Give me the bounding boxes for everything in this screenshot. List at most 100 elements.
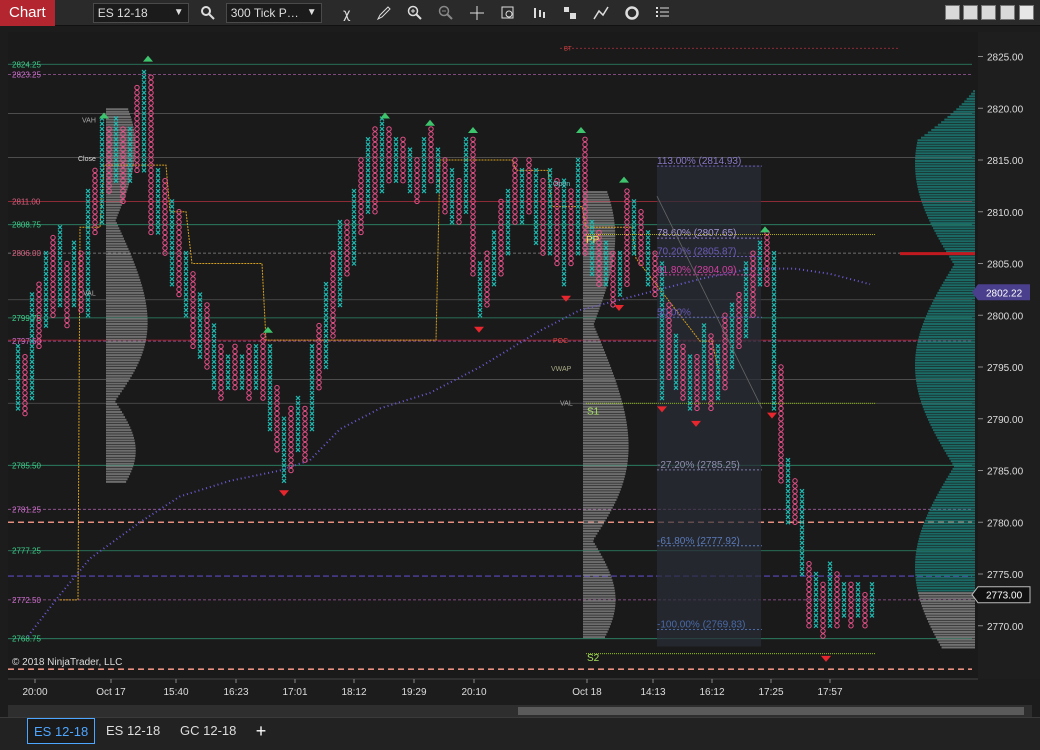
- profile-bar: [953, 110, 975, 113]
- profile-bar: [937, 123, 975, 126]
- profile-bar: [583, 465, 627, 468]
- properties-icon[interactable]: [651, 2, 675, 24]
- profile-bar: [929, 509, 975, 512]
- profile-bar: [106, 307, 147, 310]
- profile-bar: [940, 488, 975, 491]
- profile-bar: [916, 550, 975, 553]
- window-link-button[interactable]: [963, 5, 978, 20]
- profile-bar: [106, 227, 120, 230]
- profile-bar: [583, 615, 614, 618]
- profile-bar: [918, 338, 975, 341]
- profile-bar: [583, 317, 596, 320]
- profile-bar: [583, 498, 617, 501]
- period-selector[interactable]: 300 Tick P… ▼: [225, 2, 322, 23]
- close-button[interactable]: [1019, 5, 1034, 20]
- profile-bar: [915, 369, 975, 372]
- profile-bar: [106, 203, 122, 206]
- profile-bar: [583, 602, 616, 605]
- instrument-selector[interactable]: ES 12-18 ▼: [92, 2, 189, 23]
- support-2-label: S2: [587, 653, 600, 664]
- profile-bar: [583, 462, 628, 465]
- profile-bar: [106, 116, 131, 119]
- profile-bar: [940, 240, 975, 243]
- profile-bar: [583, 592, 616, 595]
- strategy-icon[interactable]: χ: [338, 2, 362, 24]
- profile-bar: [922, 607, 975, 610]
- add-tab-button[interactable]: +: [250, 719, 272, 743]
- window-style-button[interactable]: [945, 5, 960, 20]
- zoom-in-icon[interactable]: [403, 2, 427, 24]
- chart-panel[interactable]: 2824.252823.252811.002808.752806.002799.…: [0, 26, 1040, 705]
- profile-bar: [583, 501, 616, 504]
- tab-es-12-18[interactable]: ES 12-18: [100, 718, 166, 744]
- profile-bar: [106, 478, 128, 481]
- profile-bar: [937, 235, 975, 238]
- profile-bar: [916, 180, 975, 183]
- profile-bar: [106, 297, 146, 300]
- profile-bar: [583, 553, 601, 556]
- profile-bar: [916, 379, 975, 382]
- crosshair-icon[interactable]: [465, 2, 489, 24]
- profile-bar: [915, 558, 975, 561]
- profile-bar: [915, 374, 975, 377]
- profile-bar: [931, 224, 975, 227]
- profile-bar: [917, 542, 975, 545]
- last-price-label: 2773.00: [986, 591, 1023, 602]
- minimize-button[interactable]: [981, 5, 996, 20]
- profile-bar: [941, 121, 975, 124]
- fib-label-2: 70.20% (2805.87): [657, 246, 737, 257]
- profile-bar: [944, 480, 975, 483]
- profile-bar: [583, 454, 629, 457]
- tab-es-12-18-active[interactable]: ES 12-18: [27, 718, 96, 744]
- profile-bar: [915, 367, 975, 369]
- profile-bar: [106, 201, 123, 204]
- profile-bar: [950, 113, 975, 116]
- profile-bar: [919, 333, 975, 336]
- scrollbar-thumb[interactable]: [518, 707, 1024, 715]
- profile-bar: [106, 364, 138, 367]
- profile-bar: [583, 517, 607, 520]
- profile-bar: [106, 328, 148, 331]
- profile-bar: [921, 328, 975, 331]
- drawing-tools-icon[interactable]: [589, 2, 613, 24]
- profile-bar: [930, 506, 975, 509]
- profile-bar: [925, 517, 975, 520]
- profile-bar: [924, 519, 975, 522]
- profile-bar: [106, 452, 136, 455]
- maximize-button[interactable]: [1000, 5, 1015, 20]
- reload-icon[interactable]: [620, 2, 644, 24]
- profile-bar: [583, 214, 614, 217]
- profile-bar: [916, 586, 975, 589]
- profile-bar: [106, 467, 133, 470]
- price-label: 2820.00: [987, 104, 1024, 115]
- data-box-icon[interactable]: [496, 2, 520, 24]
- profile-bar: [583, 429, 628, 432]
- tab-gc-12-18[interactable]: GC 12-18: [174, 718, 242, 744]
- profile-bar: [106, 387, 124, 390]
- indicators-icon[interactable]: [558, 2, 582, 24]
- profile-bar: [583, 522, 604, 525]
- bar-type-icon[interactable]: [527, 2, 551, 24]
- profile-bar: [583, 594, 616, 597]
- profile-bar: [916, 178, 975, 181]
- profile-bar: [583, 460, 628, 463]
- zoom-out-icon[interactable]: [434, 2, 458, 24]
- level-label: 2808.75: [12, 221, 41, 230]
- profile-bar: [918, 592, 975, 595]
- search-icon[interactable]: [196, 2, 220, 24]
- profile-bar: [583, 289, 606, 292]
- vah-label: VAH: [82, 118, 96, 125]
- profile-bar: [921, 403, 975, 406]
- profile-bar: [928, 310, 975, 313]
- chart-toolbar: Chart ES 12-18 ▼ 300 Tick P… ▼ χ: [0, 0, 1040, 26]
- profile-bar: [950, 460, 975, 463]
- profile-bar: [106, 413, 124, 416]
- profile-bar: [106, 315, 148, 318]
- profile-bar: [915, 359, 975, 362]
- profile-bar: [935, 496, 975, 499]
- profile-bar: [933, 227, 975, 230]
- profile-bar: [583, 537, 595, 540]
- profile-bar: [106, 333, 147, 336]
- draw-icon[interactable]: [372, 2, 396, 24]
- horizontal-scrollbar[interactable]: [8, 705, 1032, 717]
